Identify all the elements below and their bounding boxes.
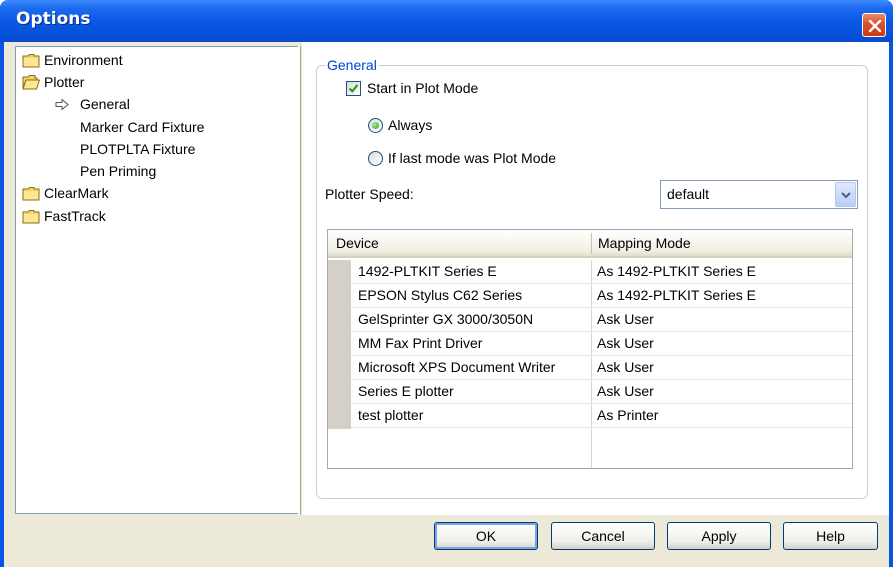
cell-mapping-mode[interactable]: As 1492-PLTKIT Series E (597, 287, 756, 303)
cell-device[interactable]: GelSprinter GX 3000/3050N (358, 311, 533, 327)
table-row[interactable]: MM Fax Print Driver Ask User (351, 332, 852, 356)
column-header-mapping-mode[interactable]: Mapping Mode (598, 235, 691, 251)
radio-selected-dot (372, 122, 379, 129)
tree-item-3[interactable]: Marker Card Fixture (16, 116, 296, 138)
tree-item-label: Plotter (44, 74, 85, 90)
tree-item-label: PLOTPLTA Fixture (80, 141, 196, 157)
grid-header: Device Mapping Mode (328, 230, 852, 258)
cell-mapping-mode[interactable]: Ask User (597, 359, 654, 375)
table-row[interactable]: test plotter As Printer (351, 404, 852, 428)
chevron-down-icon (841, 192, 851, 199)
tree-item-label: General (80, 96, 130, 112)
cell-device[interactable]: Microsoft XPS Document Writer (358, 359, 555, 375)
tree-item-5[interactable]: Pen Priming (16, 160, 296, 182)
tree-item-4[interactable]: PLOTPLTA Fixture (16, 138, 296, 160)
cell-device[interactable]: 1492-PLTKIT Series E (358, 263, 497, 279)
table-row[interactable]: GelSprinter GX 3000/3050N Ask User (351, 308, 852, 332)
device-mapping-grid[interactable]: Device Mapping Mode 1492-PLTKIT Series E… (327, 229, 853, 469)
apply-button[interactable]: Apply (667, 522, 771, 550)
row-header-strip (328, 260, 351, 429)
folder-icon (22, 54, 40, 68)
plotter-speed-label: Plotter Speed: (325, 186, 414, 202)
tree-item-label: ClearMark (44, 185, 109, 201)
options-tree[interactable]: Environment Plotter General Marker Card Fix… (15, 46, 300, 514)
tree-item-0[interactable]: Environment (16, 49, 296, 71)
tree-item-label: Environment (44, 52, 123, 68)
radio-last-mode-label[interactable]: If last mode was Plot Mode (388, 150, 556, 166)
plotter-speed-select[interactable]: default (660, 180, 858, 209)
table-row[interactable]: Series E plotter Ask User (351, 380, 852, 404)
splitter[interactable] (298, 46, 301, 515)
ok-button[interactable]: OK (434, 522, 538, 550)
tree-item-1[interactable]: Plotter (16, 71, 296, 93)
cell-mapping-mode[interactable]: As Printer (597, 407, 658, 423)
cell-mapping-mode[interactable]: Ask User (597, 311, 654, 327)
tree-item-6[interactable]: ClearMark (16, 182, 296, 204)
folder-open-icon (22, 75, 40, 90)
table-row[interactable]: Microsoft XPS Document Writer Ask User (351, 356, 852, 380)
close-icon (868, 19, 882, 33)
folder-icon (22, 187, 40, 201)
cell-device[interactable]: MM Fax Print Driver (358, 335, 482, 351)
radio-always[interactable] (368, 118, 383, 133)
cell-mapping-mode[interactable]: As 1492-PLTKIT Series E (597, 263, 756, 279)
window-title: Options (16, 9, 91, 29)
start-in-plot-mode-label[interactable]: Start in Plot Mode (367, 80, 478, 96)
column-header-device[interactable]: Device (336, 235, 379, 251)
cell-mapping-mode[interactable]: Ask User (597, 383, 654, 399)
start-in-plot-mode-checkbox[interactable] (346, 81, 361, 96)
tree-item-label: Marker Card Fixture (80, 119, 205, 135)
tree-item-label: FastTrack (44, 208, 106, 224)
cell-device[interactable]: test plotter (358, 407, 423, 423)
table-row[interactable]: 1492-PLTKIT Series E As 1492-PLTKIT Serie… (351, 260, 852, 284)
plotter-speed-value: default (667, 186, 710, 202)
close-button[interactable] (862, 13, 886, 37)
cell-device[interactable]: EPSON Stylus C62 Series (358, 287, 522, 303)
cell-device[interactable]: Series E plotter (358, 383, 454, 399)
radio-always-label[interactable]: Always (388, 117, 432, 133)
tree-item-7[interactable]: FastTrack (16, 205, 296, 227)
folder-icon (22, 210, 40, 224)
radio-last-mode[interactable] (368, 151, 383, 166)
help-button[interactable]: Help (783, 522, 878, 550)
group-legend: General (325, 57, 379, 73)
checkmark-icon (348, 84, 359, 93)
cancel-button[interactable]: Cancel (551, 522, 655, 550)
dropdown-button[interactable] (835, 182, 856, 207)
title-bar[interactable]: Options (0, 0, 893, 42)
table-row[interactable]: EPSON Stylus C62 Series As 1492-PLTKIT Se… (351, 284, 852, 308)
tree-item-2[interactable]: General (16, 93, 296, 115)
cell-mapping-mode[interactable]: Ask User (597, 335, 654, 351)
tree-item-label: Pen Priming (80, 163, 157, 179)
selection-arrow-icon (55, 99, 69, 110)
